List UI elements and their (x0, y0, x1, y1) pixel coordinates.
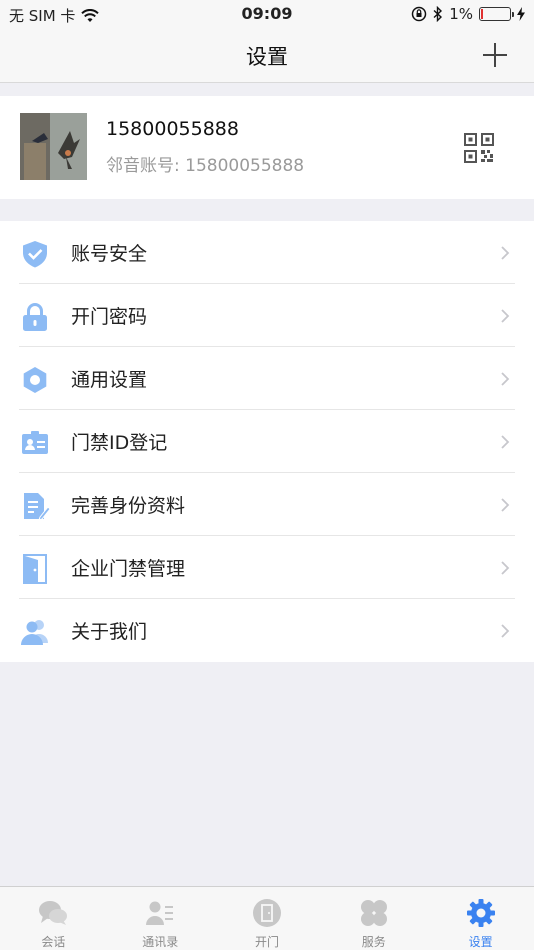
plus-icon[interactable] (480, 40, 510, 70)
chevron-right-icon (501, 561, 510, 575)
settings-menu: 账号安全 开门密码 通用设置 门禁ID登记 完善身份资料 企业门禁管理 关于我们 (0, 221, 534, 662)
qr-code-icon[interactable] (464, 133, 494, 163)
profile-card[interactable]: 15800055888 邻音账号: 15800055888 (0, 96, 534, 199)
tab-label: 服务 (361, 935, 386, 949)
tab-services[interactable]: 服务 (320, 887, 427, 950)
tab-label: 设置 (468, 935, 493, 949)
shield-check-icon (23, 241, 47, 268)
gear-icon (23, 367, 47, 393)
menu-item-about-us[interactable]: 关于我们 (0, 599, 534, 662)
tab-contacts[interactable]: 通讯录 (107, 887, 214, 950)
menu-label: 关于我们 (71, 621, 148, 643)
menu-item-identity-info[interactable]: 完善身份资料 (0, 473, 534, 536)
orientation-lock-icon (411, 6, 427, 22)
document-edit-icon (24, 493, 50, 521)
menu-label: 开门密码 (71, 306, 148, 328)
profile-phone: 15800055888 (106, 118, 239, 140)
tab-chats[interactable]: 会话 (0, 887, 107, 950)
gear-icon (466, 899, 495, 927)
menu-item-general-settings[interactable]: 通用设置 (0, 347, 534, 410)
door-icon (23, 554, 47, 584)
menu-label: 门禁ID登记 (71, 432, 168, 454)
open-door-icon (252, 899, 281, 927)
bluetooth-icon (433, 6, 443, 22)
tab-open-door[interactable]: 开门 (214, 887, 321, 950)
charging-icon (517, 7, 525, 21)
people-icon (21, 620, 48, 645)
menu-label: 通用设置 (71, 369, 148, 391)
status-right: 1% (411, 5, 525, 23)
menu-label: 完善身份资料 (71, 495, 186, 517)
lock-icon (23, 303, 47, 331)
status-bar: 无 SIM 卡 09:09 1% (0, 0, 534, 28)
tab-settings[interactable]: 设置 (427, 887, 534, 950)
menu-item-access-id[interactable]: 门禁ID登记 (0, 410, 534, 473)
chevron-right-icon (501, 624, 510, 638)
nav-bar: 设置 (0, 28, 534, 83)
tab-label: 通讯录 (142, 935, 179, 949)
menu-item-account-security[interactable]: 账号安全 (0, 221, 534, 284)
menu-label: 企业门禁管理 (71, 558, 186, 580)
chevron-right-icon (501, 246, 510, 260)
tab-bar: 会话 通讯录 开门 服务 设置 (0, 886, 534, 950)
chevron-right-icon (501, 435, 510, 449)
chevron-right-icon (501, 498, 510, 512)
chat-bubbles-icon (39, 901, 68, 925)
menu-item-enterprise-access[interactable]: 企业门禁管理 (0, 536, 534, 599)
menu-label: 账号安全 (71, 243, 148, 265)
contacts-icon (146, 901, 174, 925)
battery-icon (479, 7, 514, 21)
tab-label: 会话 (41, 935, 66, 949)
chevron-right-icon (501, 372, 510, 386)
chevron-right-icon (501, 309, 510, 323)
page-title: 设置 (246, 45, 288, 69)
menu-item-door-password[interactable]: 开门密码 (0, 284, 534, 347)
tab-label: 开门 (254, 935, 279, 949)
avatar[interactable] (20, 113, 87, 180)
profile-account: 邻音账号: 15800055888 (106, 156, 305, 176)
battery-percent: 1% (449, 5, 473, 23)
id-card-icon (22, 431, 48, 454)
services-icon (360, 900, 387, 926)
